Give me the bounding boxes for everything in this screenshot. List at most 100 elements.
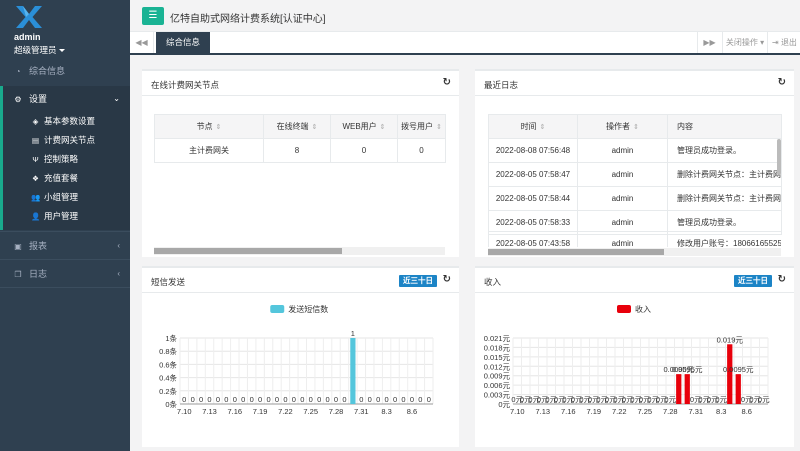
sidebar-item-label: 日志 (29, 269, 48, 279)
files-icon: ❐ (14, 270, 22, 279)
y-tick-label: 0.009元 (484, 372, 511, 381)
y-tick-label: 0.006元 (484, 381, 511, 390)
data-label: 0 (182, 395, 186, 404)
x-tick-label: 8.6 (407, 407, 417, 416)
data-label: 0 (191, 395, 195, 404)
x-tick-label: 7.19 (253, 407, 268, 416)
table-header-row: 时间 ⇕ 操作者 ⇕ 内容 (488, 114, 782, 139)
horizontal-scrollbar[interactable] (154, 247, 445, 255)
sidebar-item-logs[interactable]: ❐ 日志 ‹ (0, 261, 130, 287)
data-label: 0 (325, 395, 329, 404)
table-row[interactable]: 2022-08-05 07:43:58 admin 修改用户账号：180661655… (488, 231, 781, 247)
sort-icon: ⇕ (539, 124, 546, 131)
column-header-dialup[interactable]: 拨号用户 ⇕ (397, 114, 446, 139)
bar (676, 374, 682, 404)
table-row[interactable]: 2022-08-05 07:58:47 admin 删除计费网关节点：主计费网 (488, 162, 782, 187)
data-label: 0 (385, 395, 389, 404)
x-tick-label: 7.10 (510, 407, 525, 416)
chevron-left-icon: ‹ (117, 241, 120, 250)
y-tick-label: 0.012元 (484, 362, 511, 371)
x-tick-label: 7.16 (561, 407, 576, 416)
column-header-time[interactable]: 时间 ⇕ (488, 114, 578, 139)
user-role: 超级管理员 (14, 45, 57, 55)
tab-scroll-right-button[interactable]: ▶▶ (697, 32, 721, 53)
column-header-web-users[interactable]: WEB用户 ⇕ (330, 114, 398, 139)
sidebar-item-settings[interactable]: ⚙ 设置 ⌄ (0, 86, 130, 112)
exit-label: 退出 (780, 38, 797, 47)
data-label: 0.019元 (717, 335, 744, 344)
fork-icon: Ψ (32, 155, 39, 164)
sidebar-item-label: 综合信息 (29, 66, 66, 76)
refresh-icon[interactable]: ↻ (443, 274, 451, 285)
data-label: 0 (258, 395, 262, 404)
column-header-node[interactable]: 节点 ⇕ (154, 114, 264, 139)
sidebar-subitem-label: 用户管理 (44, 211, 79, 221)
user-name[interactable]: admin (14, 32, 41, 42)
panel-divider (142, 95, 459, 96)
user-icon: 👤 (31, 212, 41, 221)
data-label: 0 (224, 395, 228, 404)
table-cell: 删除计费网关节点：主计费网 (667, 162, 782, 187)
money-icon: ▣ (14, 242, 22, 251)
y-tick-label: 0.4条 (159, 373, 177, 383)
income-panel: 收入 近三十日 ↻ 收入 0元 0.003元 0.006元 0.009元 0.012元 0.… (475, 266, 794, 447)
table-cell: 2022-08-05 07:43:58 (488, 231, 578, 247)
x-tick-label: 7.28 (329, 407, 344, 416)
column-header-online[interactable]: 在线终端 ⇕ (263, 114, 331, 139)
data-label: 0 (292, 395, 296, 404)
table-cell: 2022-08-05 07:58:44 (488, 186, 578, 211)
data-label: 0 (241, 395, 245, 404)
sidebar-subitem-recharge-plans[interactable]: ❖ 充值套餐 (31, 169, 78, 188)
gears-icon: ⚙ (14, 95, 22, 104)
tab-scroll-left-button[interactable]: ◀◀ (130, 32, 154, 53)
vertical-scrollbar[interactable] (777, 139, 781, 175)
exit-button[interactable]: ⇥ 退出 (767, 32, 800, 53)
table-cell: 0 (330, 138, 398, 163)
sidebar-subitem-users[interactable]: 👤 用户管理 (31, 207, 78, 226)
column-header-label: 内容 (677, 122, 693, 131)
menu-toggle-button[interactable]: ☰ (142, 7, 164, 25)
column-header-content[interactable]: 内容 (667, 114, 782, 139)
y-tick-label: 0.003元 (484, 391, 511, 400)
sidebar-item-dashboard[interactable]: ◔ 综合信息 (0, 58, 130, 84)
sidebar-subitem-basic-params[interactable]: ◈ 基本参数设置 (31, 112, 95, 131)
sort-icon: ⇕ (436, 124, 442, 131)
sidebar-subitem-gateway-nodes[interactable]: ▤ 计费网关节点 (31, 131, 95, 150)
scrollbar-thumb[interactable] (154, 248, 342, 254)
dashboard-icon: ◔ (15, 67, 21, 76)
refresh-icon[interactable]: ↻ (443, 77, 451, 88)
y-tick-label: 0.015元 (484, 353, 511, 362)
refresh-icon[interactable]: ↻ (778, 274, 786, 285)
sidebar-item-reports[interactable]: ▣ 报表 ‹ (0, 233, 130, 259)
sidebar-subitem-groups[interactable]: 👥 小组管理 (31, 188, 78, 207)
table-row[interactable]: 主计费网关 8 0 0 (154, 138, 446, 163)
scrollbar-thumb[interactable] (488, 249, 664, 255)
data-label: 0 (317, 395, 321, 404)
horizontal-scrollbar[interactable] (488, 248, 781, 256)
panel-divider (475, 292, 794, 293)
data-label: 0.0095元 (672, 365, 703, 374)
panel-title: 最近日志 (484, 80, 519, 90)
user-role-dropdown[interactable]: 超级管理员 (14, 44, 65, 56)
legend-label: 发送短信数 (288, 304, 328, 314)
legend-label: 收入 (635, 304, 651, 314)
panel-title: 短信发送 (151, 277, 186, 287)
data-label: 0 (250, 395, 254, 404)
table-row[interactable]: 2022-08-05 07:58:44 admin 删除计费网关节点：主计费网 (488, 186, 782, 211)
sidebar-subitem-label: 计费网关节点 (44, 135, 96, 145)
sort-icon: ⇕ (633, 124, 639, 131)
column-header-operator[interactable]: 操作者 ⇕ (577, 114, 668, 139)
sign-out-icon: ⇥ (772, 38, 779, 47)
table-row[interactable]: 2022-08-08 07:56:48 admin 管理员成功登录。 (488, 138, 782, 163)
refresh-icon[interactable]: ↻ (778, 77, 786, 88)
table-cell: 修改用户账号：18066165525 (667, 231, 781, 247)
data-label: 0 (393, 395, 397, 404)
tab-dashboard[interactable]: 综合信息 (156, 32, 211, 53)
sidebar-subitem-control-policy[interactable]: Ψ 控制策略 (31, 150, 78, 169)
close-operations-dropdown[interactable]: 关闭操作 ▾ (722, 32, 767, 53)
legend-swatch (617, 305, 631, 313)
y-tick-label: 0.2条 (159, 386, 177, 396)
x-tick-label: 7.10 (177, 407, 192, 416)
column-header-label: 节点 (196, 122, 213, 131)
data-label: 0 (334, 395, 338, 404)
